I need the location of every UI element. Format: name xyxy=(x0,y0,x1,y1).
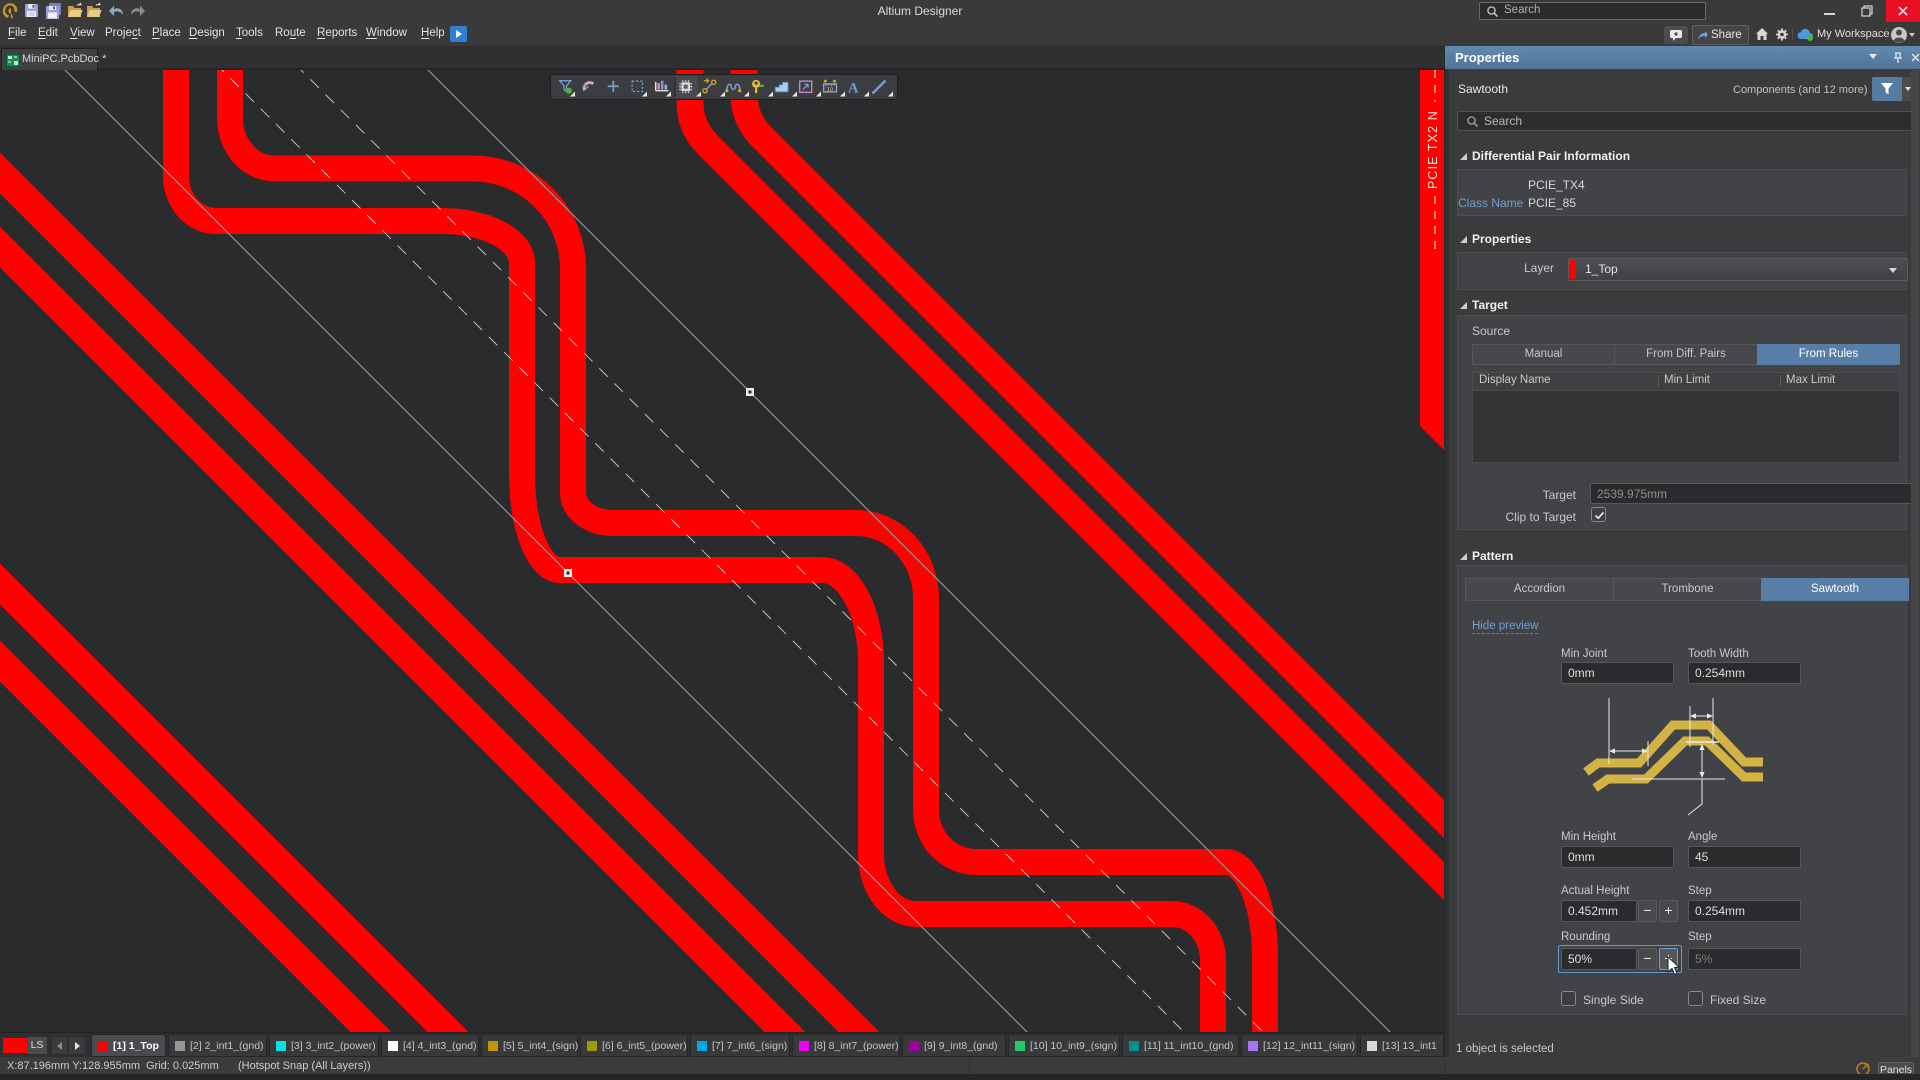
svg-text:PCIE TX2 N: PCIE TX2 N xyxy=(1426,110,1440,189)
svg-text:10: 10 xyxy=(827,87,833,93)
svg-text:A: A xyxy=(848,81,859,97)
